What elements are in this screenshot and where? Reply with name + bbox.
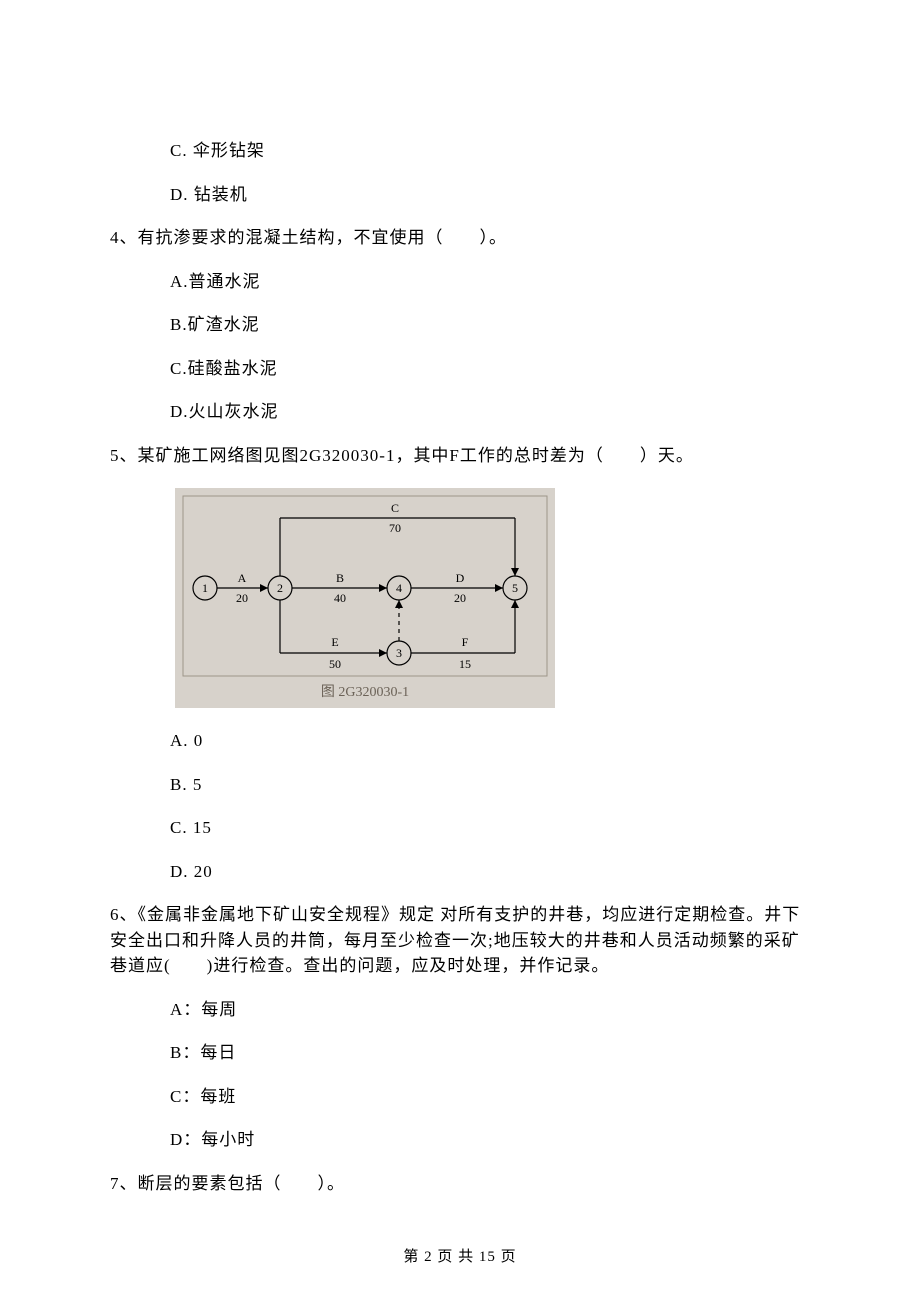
svg-text:B: B (336, 571, 344, 585)
q4-option-a: A.普通水泥 (170, 269, 810, 295)
svg-text:E: E (331, 635, 338, 649)
q6-option-b: B：每日 (170, 1040, 810, 1066)
q5-option-c: C. 15 (170, 815, 810, 841)
q4-option-c: C.硅酸盐水泥 (170, 356, 810, 382)
svg-text:70: 70 (389, 521, 401, 535)
svg-text:D: D (456, 571, 465, 585)
svg-text:C: C (391, 501, 399, 515)
q4-option-d: D.火山灰水泥 (170, 399, 810, 425)
page-footer: 第 2 页 共 15 页 (0, 1246, 920, 1269)
svg-text:20: 20 (236, 591, 248, 605)
q6-text: 6、《金属非金属地下矿山安全规程》规定 对所有支护的井巷，均应进行定期检查。井下… (110, 902, 810, 979)
q4-text: 4、有抗渗要求的混凝土结构，不宜使用（ ）。 (110, 225, 810, 251)
q4-option-b: B.矿渣水泥 (170, 312, 810, 338)
svg-text:4: 4 (396, 581, 402, 595)
document-page: C. 伞形钻架 D. 钻装机 4、有抗渗要求的混凝土结构，不宜使用（ ）。 A.… (0, 0, 920, 1302)
svg-text:2: 2 (277, 581, 283, 595)
network-diagram-svg: C 70 E 50 F 15 A 20 B 40 (175, 488, 555, 708)
network-diagram: C 70 E 50 F 15 A 20 B 40 (175, 488, 555, 708)
q5-option-b: B. 5 (170, 772, 810, 798)
q3-option-c: C. 伞形钻架 (170, 138, 810, 164)
svg-text:50: 50 (329, 657, 341, 671)
q5-option-a: A. 0 (170, 728, 810, 754)
svg-text:40: 40 (334, 591, 346, 605)
svg-text:1: 1 (202, 581, 208, 595)
q6-option-c: C：每班 (170, 1084, 810, 1110)
svg-text:A: A (238, 571, 247, 585)
q5-option-d: D. 20 (170, 859, 810, 885)
q3-option-d: D. 钻装机 (170, 182, 810, 208)
q6-option-d: D：每小时 (170, 1127, 810, 1153)
svg-text:15: 15 (459, 657, 471, 671)
svg-text:5: 5 (512, 581, 518, 595)
svg-text:3: 3 (396, 646, 402, 660)
q6-option-a: A：每周 (170, 997, 810, 1023)
svg-text:20: 20 (454, 591, 466, 605)
diagram-caption: 图 2G320030-1 (321, 685, 409, 700)
q7-text: 7、断层的要素包括（ ）。 (110, 1171, 810, 1197)
q5-text: 5、某矿施工网络图见图2G320030-1，其中F工作的总时差为（ ）天。 (110, 443, 810, 469)
svg-text:F: F (462, 635, 469, 649)
